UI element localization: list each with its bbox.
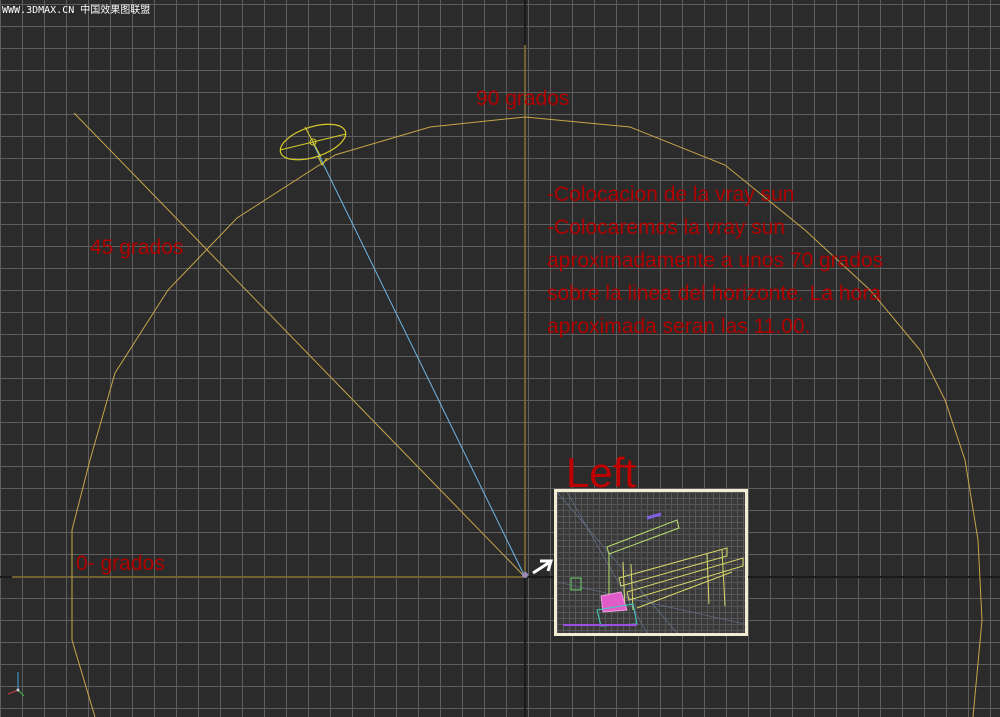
left-view-inset: [554, 489, 748, 636]
vray-sun-icon[interactable]: [276, 117, 350, 167]
note-line: aproximada seran las 11.00.: [547, 315, 811, 338]
viewport-top[interactable]: WWW.3DMAX.CN 中国效果图联盟 90 grados 45 grados…: [0, 0, 1000, 717]
forty-five-line: [73, 112, 526, 578]
note-line: -Colocacion de la vray sun: [547, 183, 795, 206]
sun-ray: [312, 142, 526, 578]
instruction-note: -Colocacion de la vray sun -Colocaremos …: [547, 178, 947, 343]
label-90-degrees: 90 grados: [476, 87, 570, 110]
sun-target-icon[interactable]: [522, 572, 528, 578]
arrow-icon: [532, 559, 554, 575]
note-line: -Colocaremos la vray sun: [547, 216, 786, 239]
inset-view-label: Left: [566, 449, 637, 496]
note-line: aproximadamente a unos 70 grados: [547, 249, 884, 272]
label-0-degrees: 0- grados: [76, 552, 165, 575]
note-line: sobre la linea del horizonte. La hora: [547, 282, 881, 305]
label-45-degrees: 45 grados: [90, 236, 184, 259]
left-view-wireframe: [557, 492, 745, 633]
axis-tripod-icon: [7, 672, 25, 697]
